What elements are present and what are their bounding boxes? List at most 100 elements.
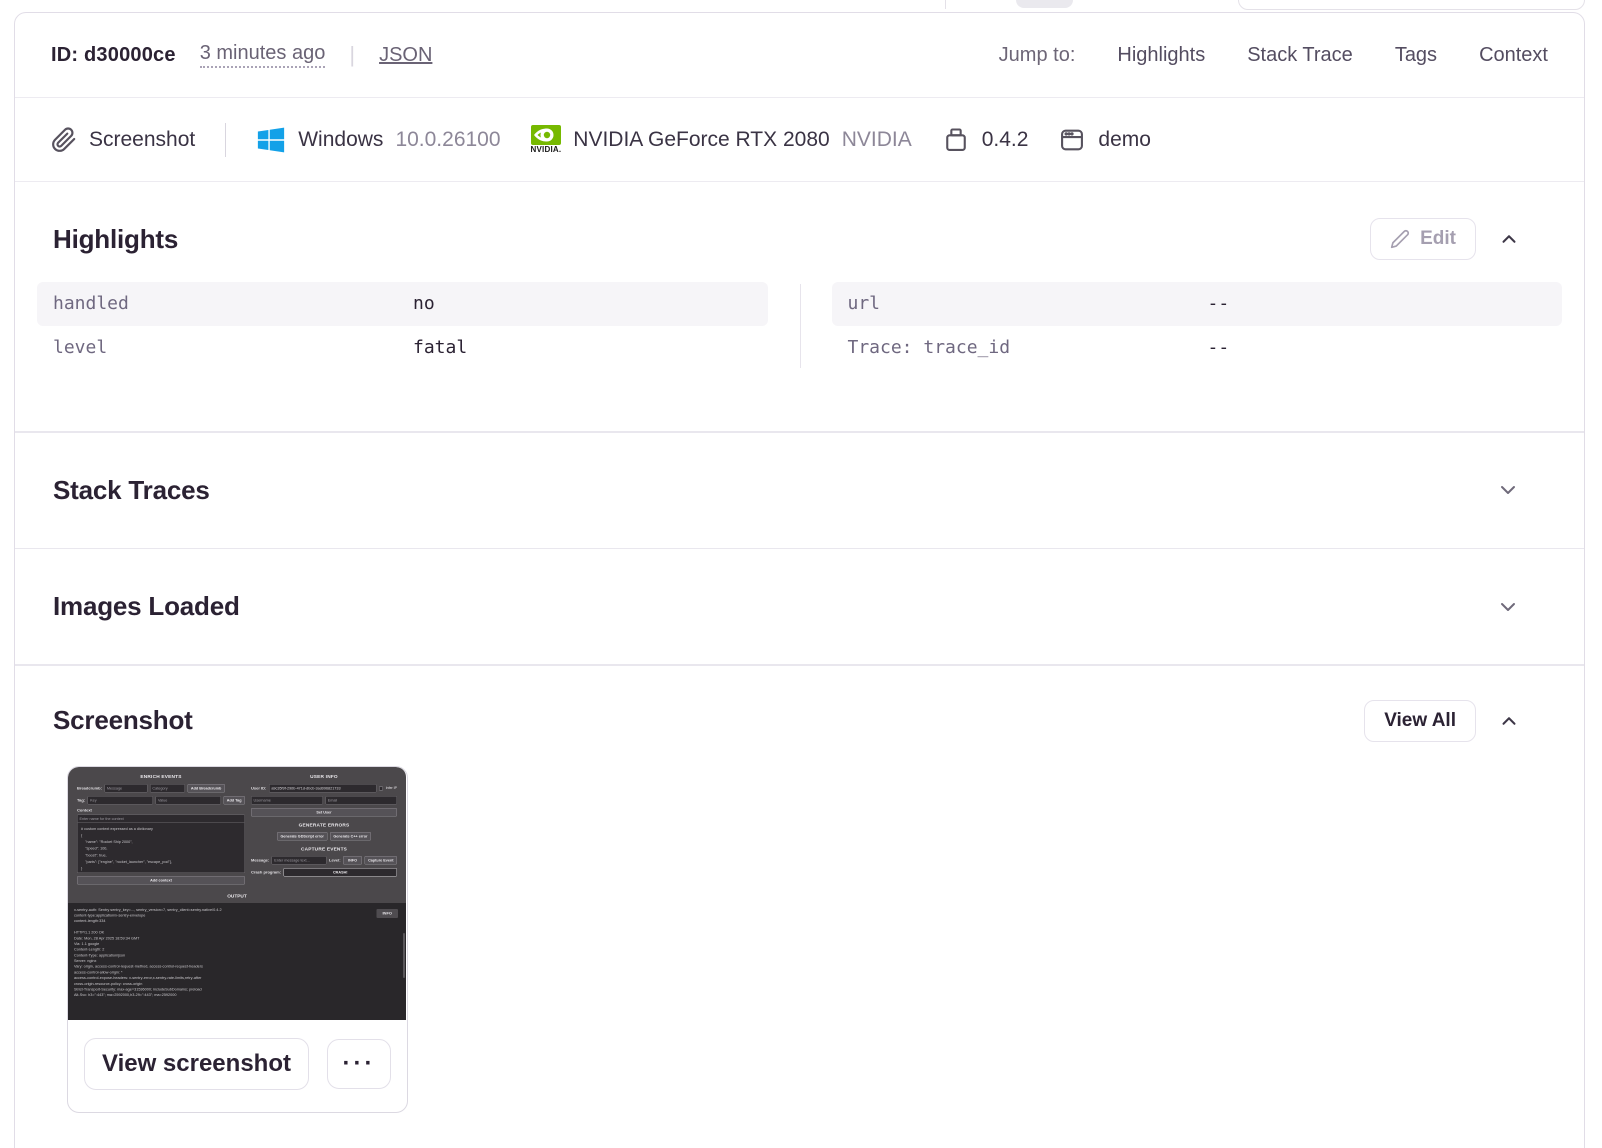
thumb-user-id-label: User ID: [251,785,267,791]
highlights-table: handled no level fatal url -- Trace: tra… [37,282,1562,370]
thumb-generate-errors-title: GENERATE ERRORS [298,822,350,828]
thumb-log-text: x-sentry-auth: Sentry sentry_key=..., se… [74,906,222,997]
thumb-capture-event-button: Capture Event [364,855,397,864]
gpu-item: NVIDIA. NVIDIA GeForce RTX 2080 NVIDIA [531,125,912,154]
jump-to-label: Jump to: [998,43,1076,66]
gpu-vendor: NVIDIA [841,127,912,151]
pencil-icon [1390,229,1410,249]
header-divider: | [349,42,356,67]
screenshot-collapse-chevron-up-icon[interactable] [1498,710,1520,732]
highlight-value: fatal [413,337,468,358]
thumb-level-label: Level: [329,857,341,863]
highlight-row-handled: handled no [37,282,768,326]
context-bar: Screenshot Windows 10.0.26100 NVIDIA. NV… [15,98,1584,182]
view-all-button[interactable]: View All [1364,699,1476,742]
thumb-breadcrumb-label: Breadcrumb: [77,785,102,791]
thumb-add-tag-button: Add Tag [223,795,245,804]
highlight-key: handled [53,293,129,314]
thumb-user-info-title: USER INFO [310,773,338,780]
top-cropped-divider [945,0,946,9]
attachment-label: Screenshot [89,127,196,151]
highlights-collapse-chevron-up-icon[interactable] [1498,228,1520,250]
environment-name: demo [1098,127,1151,151]
thumb-tag-value-input: Value [155,795,221,804]
jump-link-context[interactable]: Context [1479,44,1548,67]
thumb-info-badge: INFO [376,908,398,918]
window-icon [1058,126,1086,154]
nvidia-wordmark: NVIDIA. [530,145,562,154]
event-header: ID: d30000ce 3 minutes ago | JSON Jump t… [15,13,1584,98]
thumb-infer-ip-checkbox [379,785,384,790]
thumb-level-select: INFO [343,855,363,864]
highlight-value: -- [1207,293,1230,314]
thumb-tag-key-input: Key [87,795,153,804]
thumb-context-label: Context [77,807,92,813]
screenshot-card: ENRICH EVENTS Breadcrumb: Message Catego… [67,765,408,1113]
thumb-enrich-title: ENRICH EVENTS [140,773,182,780]
images-loaded-expand-chevron-down-icon[interactable] [1496,595,1520,619]
thumb-message-input: Enter message text... [271,855,327,864]
highlight-key: url [847,293,881,314]
highlight-row-level: level fatal [37,326,768,370]
top-cropped-button [1238,0,1585,10]
screenshot-more-button[interactable]: ··· [327,1038,391,1089]
screenshot-actions: View screenshot ··· [68,1020,407,1112]
stack-traces-expand-chevron-down-icon[interactable] [1496,478,1520,502]
highlight-row-trace-id: Trace: trace_id -- [832,326,1563,370]
edit-highlights-button[interactable]: Edit [1370,218,1476,260]
mini-app-screenshot: ENRICH EVENTS Breadcrumb: Message Catego… [68,766,406,1020]
highlight-row-url: url -- [831,282,1562,326]
screenshot-title: Screenshot [53,705,193,735]
edit-button-label: Edit [1420,228,1456,249]
event-id: ID: d30000ce [51,43,176,66]
top-cropped-pill [1016,0,1073,8]
highlight-value: -- [1207,337,1230,358]
thumb-output-title: OUTPUT [227,892,247,899]
highlight-value: no [413,293,435,314]
thumb-add-context-button: Add context [77,875,245,884]
thumb-crash-button: CRASH! [283,867,397,876]
thumb-context-code: # custom context expressed as a dictiona… [77,822,245,873]
os-item: Windows 10.0.26100 [256,125,501,155]
event-card: ID: d30000ce 3 minutes ago | JSON Jump t… [14,12,1585,1148]
highlights-title: Highlights [53,223,179,254]
release-item: 0.4.2 [942,126,1029,154]
nvidia-logo-icon: NVIDIA. [531,125,562,154]
paperclip-icon [51,126,77,153]
context-separator [225,122,227,157]
highlights-section: Highlights Edit handled no level fatal u… [15,182,1584,431]
jump-link-stack-trace[interactable]: Stack Trace [1247,44,1353,67]
jump-link-tags[interactable]: Tags [1395,44,1437,67]
event-timestamp-link[interactable]: 3 minutes ago [199,42,326,68]
thumb-crash-label: Crash program: [251,869,282,875]
stack-traces-section: Stack Traces [15,433,1584,548]
gpu-name: NVIDIA GeForce RTX 2080 [573,127,830,151]
thumb-breadcrumb-message-input: Message [104,783,148,792]
thumb-message-label: Message: [251,857,270,863]
thumb-add-breadcrumb-button: Add Breadcrumb [187,783,225,792]
view-screenshot-button[interactable]: View screenshot [84,1037,309,1090]
windows-logo-icon [256,125,286,155]
package-icon [942,126,970,154]
os-name: Windows [298,127,384,151]
thumb-context-name-input: Enter name for the context [77,814,245,823]
jump-link-highlights[interactable]: Highlights [1117,44,1205,67]
release-version: 0.4.2 [981,127,1029,151]
attachment-item[interactable]: Screenshot [51,126,196,153]
images-loaded-title: Images Loaded [53,591,240,621]
images-loaded-section: Images Loaded [15,549,1584,664]
screenshot-section: Screenshot View All ENRICH EVENTS Breadc… [15,666,1584,1113]
thumb-user-id-input: a9c35f9f-290b-471d-dbcb-3ad096821733 [268,783,377,792]
thumb-email-input: Email [325,795,397,804]
highlight-key: level [53,337,108,358]
thumb-breadcrumb-category-input: Category [149,783,185,792]
view-all-label: View All [1384,709,1456,731]
screenshot-thumbnail[interactable]: ENRICH EVENTS Breadcrumb: Message Catego… [68,766,406,1020]
thumb-log-scrollbar [403,932,405,978]
thumb-output-log: x-sentry-auth: Sentry sentry_key=..., se… [68,902,406,1020]
thumb-capture-events-title: CAPTURE EVENTS [300,846,348,852]
json-link[interactable]: JSON [379,44,432,67]
event-details-page: ID: d30000ce 3 minutes ago | JSON Jump t… [0,0,1602,1148]
thumb-tag-label: Tag: [77,797,86,803]
thumb-generate-cpp-button: Generate C++ error [329,831,372,840]
